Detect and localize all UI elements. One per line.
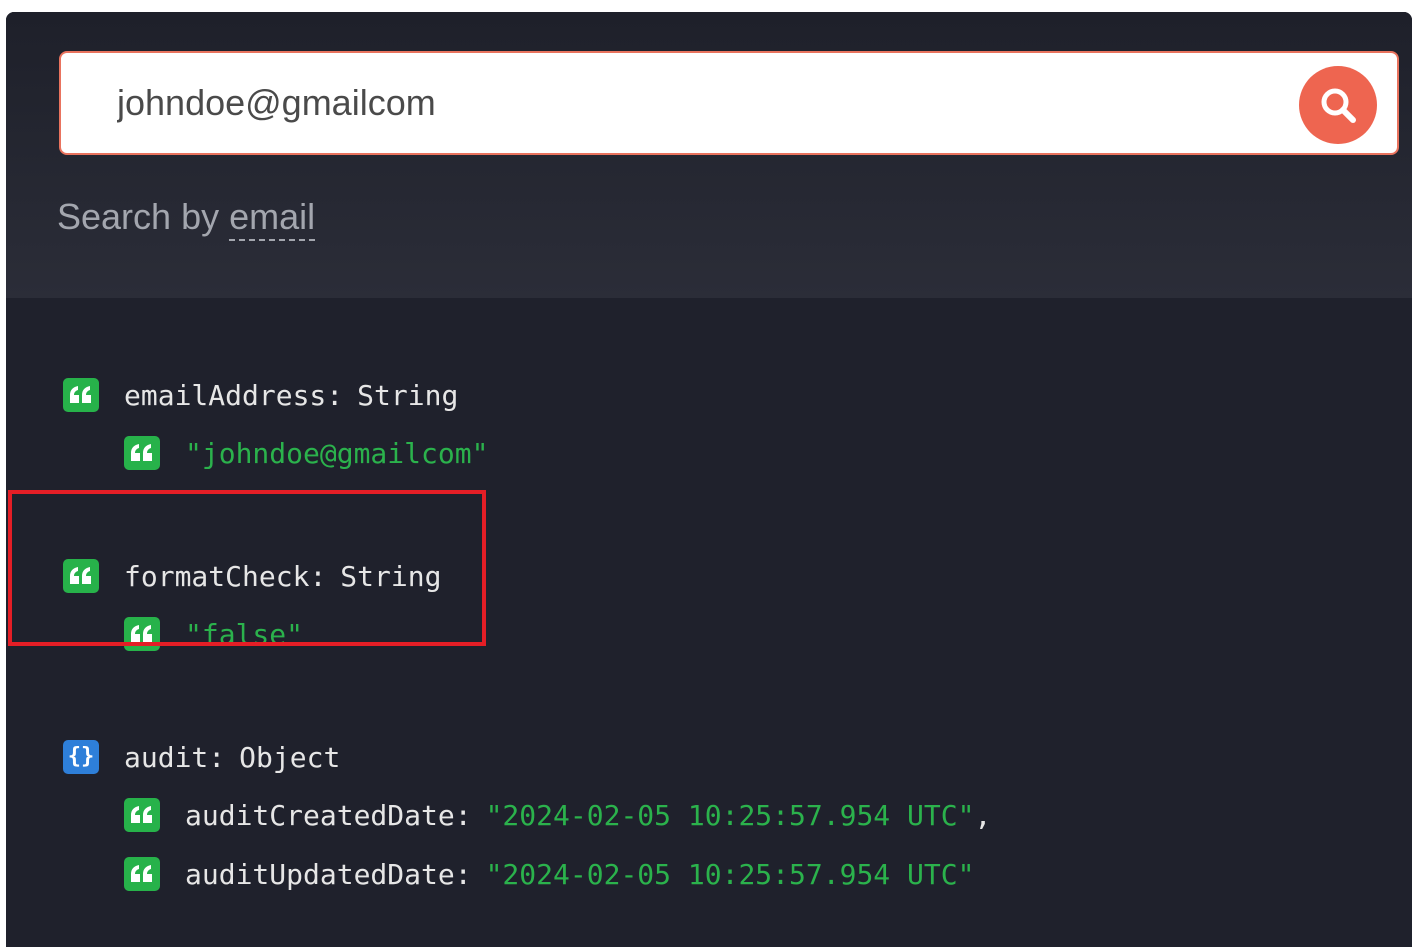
magnifier-icon — [1321, 88, 1356, 123]
field-key: formatCheck — [124, 559, 310, 593]
colon: : — [309, 559, 327, 593]
colon: : — [326, 378, 344, 412]
field-value: "2024-02-05 10:25:57.954 UTC" — [485, 857, 975, 891]
search-hint-prefix: Search by — [57, 196, 230, 237]
field-value: "johndoe@gmailcom" — [185, 436, 489, 470]
colon: : — [208, 740, 226, 774]
field-key: emailAddress — [124, 378, 327, 412]
field-row-auditcreateddate[interactable]: auditCreatedDate: "2024-02-05 10:25:57.95… — [124, 795, 991, 835]
colon: : — [454, 857, 472, 891]
quote-icon — [124, 857, 160, 891]
search-box — [59, 51, 1399, 155]
field-type: String — [357, 378, 459, 412]
field-type: Object — [239, 740, 341, 774]
quote-icon — [124, 617, 160, 651]
search-area: Search by email — [6, 12, 1412, 298]
field-key: audit — [124, 740, 209, 774]
colon: : — [454, 798, 472, 832]
braces-icon: {} — [63, 740, 99, 774]
field-value-row-formatcheck[interactable]: "false" — [124, 614, 303, 654]
field-type: String — [340, 559, 442, 593]
field-row-emailaddress[interactable]: emailAddress: String — [63, 375, 458, 415]
search-input[interactable] — [117, 77, 1267, 129]
field-value-row-emailaddress[interactable]: "johndoe@gmailcom" — [124, 433, 488, 473]
result-panel: Search by email emailAddress: String "joh… — [6, 12, 1412, 947]
search-hint: Search by email — [57, 196, 316, 241]
quote-icon — [124, 436, 160, 470]
quote-icon — [63, 559, 99, 593]
field-value: "false" — [185, 617, 304, 651]
field-row-auditupdateddate[interactable]: auditUpdatedDate: "2024-02-05 10:25:57.95… — [124, 854, 974, 894]
quote-icon — [124, 798, 160, 832]
field-key: auditCreatedDate — [185, 798, 455, 832]
field-row-audit[interactable]: {} audit: Object — [63, 737, 340, 777]
field-row-formatcheck[interactable]: formatCheck: String — [63, 556, 441, 596]
field-key: auditUpdatedDate — [185, 857, 455, 891]
comma: , — [974, 798, 992, 832]
result-tree: emailAddress: String "johndoe@gmailcom" f… — [6, 298, 1412, 947]
quote-icon — [63, 378, 99, 412]
search-button[interactable] — [1299, 66, 1377, 144]
field-value: "2024-02-05 10:25:57.954 UTC" — [485, 798, 975, 832]
search-hint-field[interactable]: email — [229, 196, 316, 241]
